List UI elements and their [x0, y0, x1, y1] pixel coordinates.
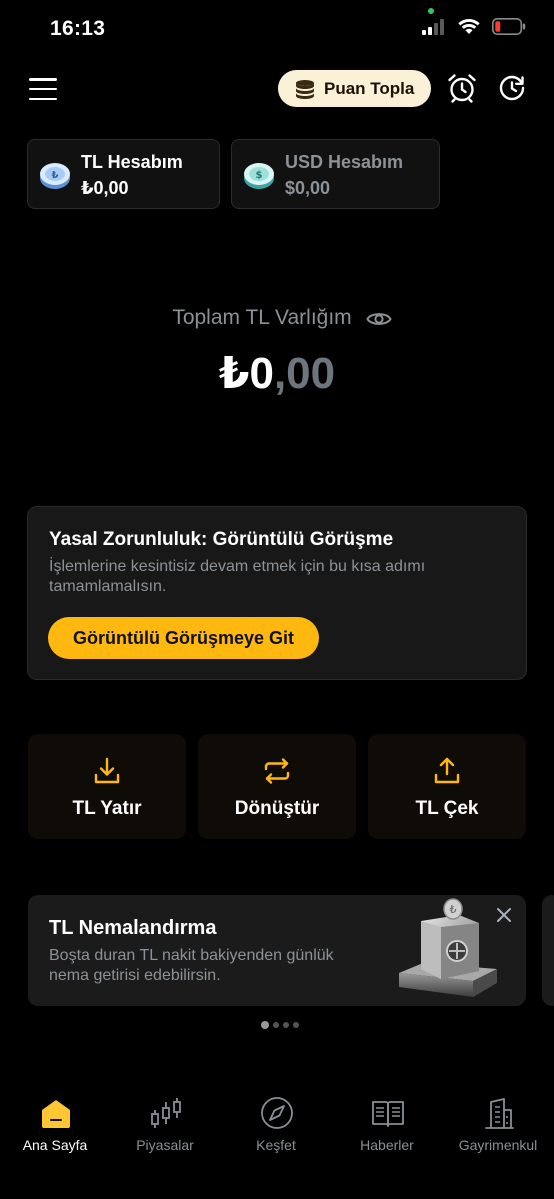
nav-item-haberler[interactable]: Haberler	[332, 1090, 442, 1160]
menu-line	[29, 78, 57, 81]
privacy-indicator-dot	[428, 8, 434, 14]
legal-card-description: İşlemlerine kesintisiz devam etmek için …	[49, 558, 426, 595]
account-name: TL Hesabım	[81, 152, 183, 172]
usd-account-card[interactable]: $ USD Hesabım $0,00	[231, 139, 440, 209]
svg-text:₺: ₺	[450, 903, 457, 916]
action-label: Dönüştür	[234, 798, 320, 819]
menu-line	[29, 97, 57, 100]
nav-item-gayrimenkul[interactable]: Gayrimenkul	[443, 1090, 553, 1160]
compass-icon	[261, 1097, 293, 1129]
svg-text:₺: ₺	[52, 170, 59, 181]
nav-label: Piyasalar	[136, 1137, 194, 1153]
legal-card-title: Yasal Zorunluluk: Görüntülü Görüşme	[49, 529, 394, 550]
account-balance: ₺0,00	[81, 178, 129, 198]
battery-low-icon	[492, 18, 526, 35]
alarm-clock-icon[interactable]	[446, 72, 478, 104]
upload-icon	[434, 757, 460, 784]
nav-label: Gayrimenkul	[458, 1137, 538, 1153]
action-label: TL Çek	[415, 798, 479, 819]
tl-nemalandirma-banner[interactable]: TL Nemalandırma Boşta duran TL nakit bak…	[28, 895, 526, 1006]
nav-label: Ana Sayfa	[22, 1137, 88, 1153]
puan-topla-button[interactable]: Puan Topla	[278, 70, 431, 107]
home-icon	[42, 1100, 70, 1128]
total-assets-label-text: Toplam TL Varlığım	[172, 306, 352, 329]
candlestick-icon	[151, 1098, 181, 1128]
carousel-indicator	[261, 1021, 299, 1029]
total-value-integer: ₺0	[218, 349, 274, 398]
eye-icon[interactable]	[366, 307, 392, 331]
convert-button[interactable]: Dönüştür	[198, 734, 356, 839]
svg-text:$: $	[256, 170, 263, 181]
total-assets-label: Toplam TL Varlığım	[0, 306, 554, 330]
account-name: USD Hesabım	[285, 152, 404, 172]
status-icons	[422, 18, 526, 35]
nav-label: Haberler	[360, 1137, 414, 1153]
carousel-dot[interactable]	[293, 1022, 299, 1028]
tl-deposit-button[interactable]: TL Yatır	[28, 734, 186, 839]
swap-icon	[264, 758, 290, 784]
nav-item-piyasalar[interactable]: Piyasalar	[110, 1090, 220, 1160]
history-icon[interactable]	[496, 72, 528, 104]
carousel-dot[interactable]	[283, 1022, 289, 1028]
download-icon	[94, 757, 120, 784]
menu-line	[29, 87, 57, 91]
usd-coin-icon: $	[244, 163, 274, 189]
nav-label: Keşfet	[256, 1137, 296, 1153]
tl-account-card[interactable]: ₺ TL Hesabım ₺0,00	[27, 139, 220, 209]
nav-item-kesfet[interactable]: Keşfet	[221, 1090, 331, 1160]
nav-item-ana-sayfa[interactable]: Ana Sayfa	[0, 1090, 110, 1160]
total-assets-value: ₺0,00	[0, 348, 554, 399]
legal-requirement-card: Yasal Zorunluluk: Görüntülü Görüşme İşle…	[27, 506, 527, 680]
video-call-button[interactable]: Görüntülü Görüşmeye Git	[48, 617, 319, 659]
newspaper-icon	[372, 1101, 404, 1127]
cellular-signal-icon	[422, 18, 444, 35]
tl-coin-icon: ₺	[40, 163, 70, 189]
status-time: 16:13	[50, 17, 106, 40]
building-icon	[485, 1098, 514, 1129]
action-label: TL Yatır	[72, 798, 142, 819]
menu-button[interactable]	[29, 78, 57, 100]
safe-illustration: ₺	[399, 898, 497, 997]
carousel-dot[interactable]	[273, 1022, 279, 1028]
carousel-dot[interactable]	[261, 1021, 269, 1029]
bottom-navigation: Ana Sayfa Piyasalar Keşfet Haberler Gayr…	[0, 1090, 554, 1160]
account-balance: $0,00	[285, 178, 331, 198]
banner-description: Boşta duran TL nakit bakiyenden günlük n…	[49, 947, 334, 984]
status-bar: 16:13	[0, 0, 554, 60]
close-icon[interactable]	[494, 905, 514, 925]
wifi-icon	[458, 18, 480, 34]
coin-stack-icon	[296, 79, 314, 99]
total-value-decimal: ,00	[273, 349, 336, 398]
banner-title: TL Nemalandırma	[49, 917, 217, 939]
next-banner-peek[interactable]	[542, 895, 554, 1006]
puan-topla-label: Puan Topla	[324, 78, 415, 98]
tl-withdraw-button[interactable]: TL Çek	[368, 734, 526, 839]
